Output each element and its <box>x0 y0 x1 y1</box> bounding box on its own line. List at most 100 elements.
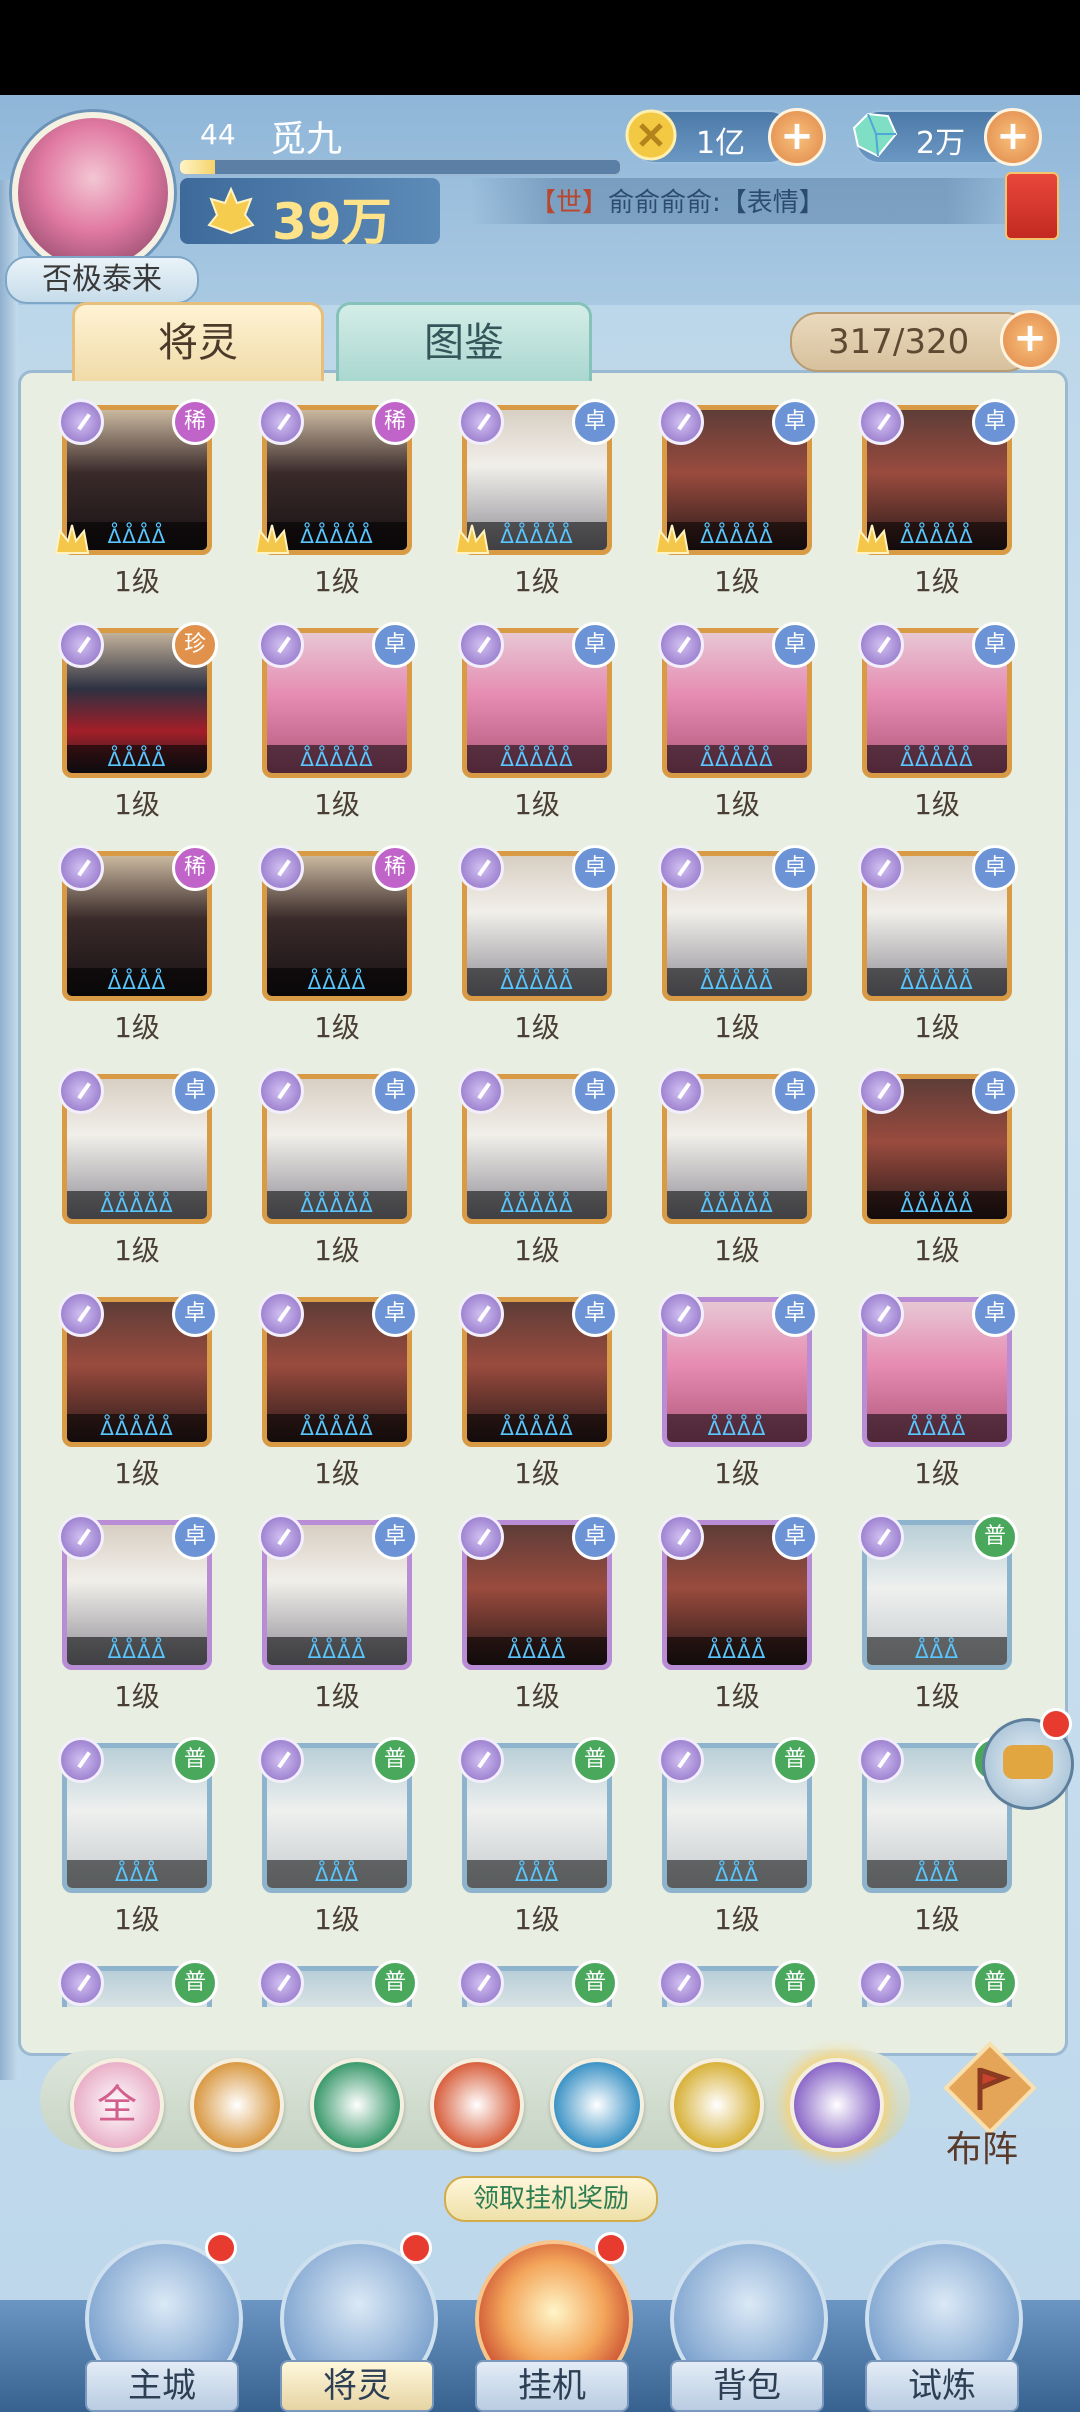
red-envelope-icon[interactable] <box>1005 172 1059 240</box>
side-strip <box>0 180 18 2080</box>
rarity-badge: 卓 <box>772 1514 818 1560</box>
spirit-card[interactable]: ᐂᐂᐂ 普 1级 <box>458 1737 618 1936</box>
spirit-card[interactable]: ᐂᐂᐂᐂᐂ 卓 1级 <box>58 1068 218 1267</box>
nav-main-city[interactable]: 主城 <box>75 2220 245 2412</box>
spirit-card[interactable]: ᐂᐂᐂᐂ 卓 1级 <box>658 1514 818 1713</box>
spirit-card[interactable]: ᐂᐂᐂᐂᐂ 卓 1级 <box>458 1068 618 1267</box>
spirit-card[interactable]: ᐂᐂᐂᐂᐂ 卓 1级 <box>854 399 1018 598</box>
rarity-badge: 卓 <box>972 845 1018 891</box>
filter-water-button[interactable] <box>550 2058 644 2152</box>
idle-reward-banner[interactable]: 领取挂机奖励 <box>444 2176 658 2222</box>
spirit-card[interactable]: ᐂᐂᐂ 普 1级 <box>58 1737 218 1936</box>
element-type-icon <box>658 1291 704 1337</box>
tab-spirits[interactable]: 将灵 <box>72 302 324 381</box>
filter-dark-button[interactable] <box>790 2058 884 2152</box>
spirit-card[interactable]: ᐂᐂᐂᐂᐂ 卓 1级 <box>654 399 818 598</box>
element-type-icon <box>258 1291 304 1337</box>
spirit-level: 1级 <box>314 788 360 821</box>
spirit-card[interactable]: ᐂᐂᐂᐂᐂ 卓 1级 <box>454 399 618 598</box>
spirit-card[interactable]: ᐂᐂᐂᐂᐂ 卓 1级 <box>658 1068 818 1267</box>
spirit-card[interactable]: ᐂᐂᐂᐂᐂ 卓 1级 <box>58 1291 218 1490</box>
spirit-level: 1级 <box>514 565 560 598</box>
crown-icon <box>54 524 90 554</box>
gold-coin-icon <box>625 109 677 161</box>
rarity-badge: 普 <box>972 1514 1018 1560</box>
rarity-badge: 卓 <box>172 1291 218 1337</box>
expand-capacity-button[interactable]: + <box>1000 310 1060 370</box>
spirit-card[interactable]: ᐂᐂᐂᐂᐂ 卓 1级 <box>258 622 418 821</box>
star-rank: ᐂᐂᐂᐂᐂ <box>867 968 1007 996</box>
star-rank: ᐂᐂᐂ <box>667 1860 807 1888</box>
nav-spirits[interactable]: 将灵 <box>270 2220 440 2412</box>
rarity-badge: 卓 <box>772 1291 818 1337</box>
spirit-card[interactable]: ᐂᐂᐂᐂ 卓 1级 <box>258 1514 418 1713</box>
element-type-icon <box>258 1068 304 1114</box>
spirit-level: 1级 <box>914 565 960 598</box>
filter-light-button[interactable] <box>670 2058 764 2152</box>
filter-fire-button[interactable] <box>430 2058 524 2152</box>
rarity-badge: 卓 <box>972 622 1018 668</box>
star-rank: ᐂᐂᐂᐂᐂ <box>867 1191 1007 1219</box>
spirit-level: 1级 <box>914 1011 960 1044</box>
spirit-card[interactable]: ᐂᐂᐂᐂᐂ 卓 1级 <box>858 845 1018 1044</box>
deploy-label[interactable]: 布阵 <box>946 2120 1018 2172</box>
chat-message[interactable]: 【世】俞俞俞俞:【表情】 <box>530 182 825 219</box>
element-type-icon <box>858 399 904 445</box>
spirit-card[interactable]: 普 <box>58 1960 218 2007</box>
star-rank: ᐂᐂᐂᐂ <box>267 968 407 996</box>
spirit-card[interactable]: ᐂᐂᐂᐂᐂ 卓 1级 <box>458 622 618 821</box>
spirit-card[interactable]: ᐂᐂᐂᐂᐂ 卓 1级 <box>658 622 818 821</box>
add-gold-button[interactable]: + <box>768 108 826 166</box>
spirit-card[interactable]: 普 <box>858 1960 1018 2007</box>
gem-icon <box>852 112 898 158</box>
spirit-card[interactable]: ᐂᐂᐂᐂ 卓 1级 <box>58 1514 218 1713</box>
spirit-card[interactable]: ᐂᐂᐂᐂ 稀 1级 <box>58 845 218 1044</box>
rarity-badge: 卓 <box>972 1291 1018 1337</box>
spirit-card[interactable]: ᐂᐂᐂᐂᐂ 卓 1级 <box>458 845 618 1044</box>
spirit-card[interactable]: ᐂᐂᐂ 普 1级 <box>258 1737 418 1936</box>
rarity-badge: 普 <box>372 1960 418 2006</box>
spirit-card[interactable]: ᐂᐂᐂᐂ 稀 1级 <box>258 845 418 1044</box>
spirit-card[interactable]: ᐂᐂᐂ 普 1级 <box>858 1514 1018 1713</box>
star-rank: ᐂᐂᐂᐂ <box>667 1637 807 1665</box>
spirit-card[interactable]: ᐂᐂᐂᐂ 卓 1级 <box>858 1291 1018 1490</box>
spirit-card[interactable]: 普 <box>658 1960 818 2007</box>
spirit-card[interactable]: ᐂᐂᐂ 普 1级 <box>658 1737 818 1936</box>
nav-idle[interactable]: 挂机 <box>465 2220 635 2412</box>
nav-trial[interactable]: 试炼 <box>855 2220 1025 2412</box>
spirit-card[interactable]: ᐂᐂᐂᐂᐂ 卓 1级 <box>858 1068 1018 1267</box>
filter-mountain-button[interactable] <box>190 2058 284 2152</box>
spirit-card[interactable]: ᐂᐂᐂᐂᐂ 卓 1级 <box>658 845 818 1044</box>
spirit-card[interactable]: ᐂᐂᐂᐂᐂ 卓 1级 <box>258 1291 418 1490</box>
spirit-card[interactable]: ᐂᐂᐂᐂ 卓 1级 <box>658 1291 818 1490</box>
spirit-card[interactable]: ᐂᐂᐂᐂ 珍 1级 <box>58 622 218 821</box>
star-rank: ᐂᐂᐂᐂᐂ <box>667 968 807 996</box>
spirit-card[interactable]: ᐂᐂᐂᐂ 卓 1级 <box>458 1514 618 1713</box>
tab-codex[interactable]: 图鉴 <box>336 302 592 381</box>
spirit-level: 1级 <box>314 565 360 598</box>
nav-bag[interactable]: 背包 <box>660 2220 830 2412</box>
player-avatar[interactable] <box>12 112 174 274</box>
element-type-icon <box>658 1737 704 1783</box>
element-type-icon <box>458 1291 504 1337</box>
filter-wind-button[interactable] <box>310 2058 404 2152</box>
filter-all-button[interactable]: 全 <box>70 2058 164 2152</box>
element-type-icon <box>858 1514 904 1560</box>
rarity-badge: 珍 <box>172 622 218 668</box>
add-gem-button[interactable]: + <box>984 108 1042 166</box>
rarity-badge: 普 <box>172 1960 218 2006</box>
crown-icon <box>854 524 890 554</box>
spirit-card[interactable]: ᐂᐂᐂᐂᐂ 卓 1级 <box>858 622 1018 821</box>
spirit-card[interactable]: 普 <box>458 1960 618 2007</box>
star-rank: ᐂᐂᐂᐂᐂ <box>467 745 607 773</box>
spirit-card[interactable]: ᐂᐂᐂᐂᐂ 卓 1级 <box>258 1068 418 1267</box>
spirit-level: 1级 <box>314 1234 360 1267</box>
spirit-card[interactable]: ᐂᐂᐂᐂ 稀 1级 <box>54 399 218 598</box>
spirit-card[interactable]: ᐂᐂᐂᐂᐂ 稀 1级 <box>254 399 418 598</box>
status-bar <box>0 0 1080 95</box>
spirit-card[interactable]: ᐂᐂᐂᐂᐂ 卓 1级 <box>458 1291 618 1490</box>
spirit-card[interactable]: 普 <box>258 1960 418 2007</box>
notification-dot <box>595 2232 627 2264</box>
rarity-badge: 普 <box>972 1960 1018 2006</box>
exp-fill <box>180 160 216 174</box>
